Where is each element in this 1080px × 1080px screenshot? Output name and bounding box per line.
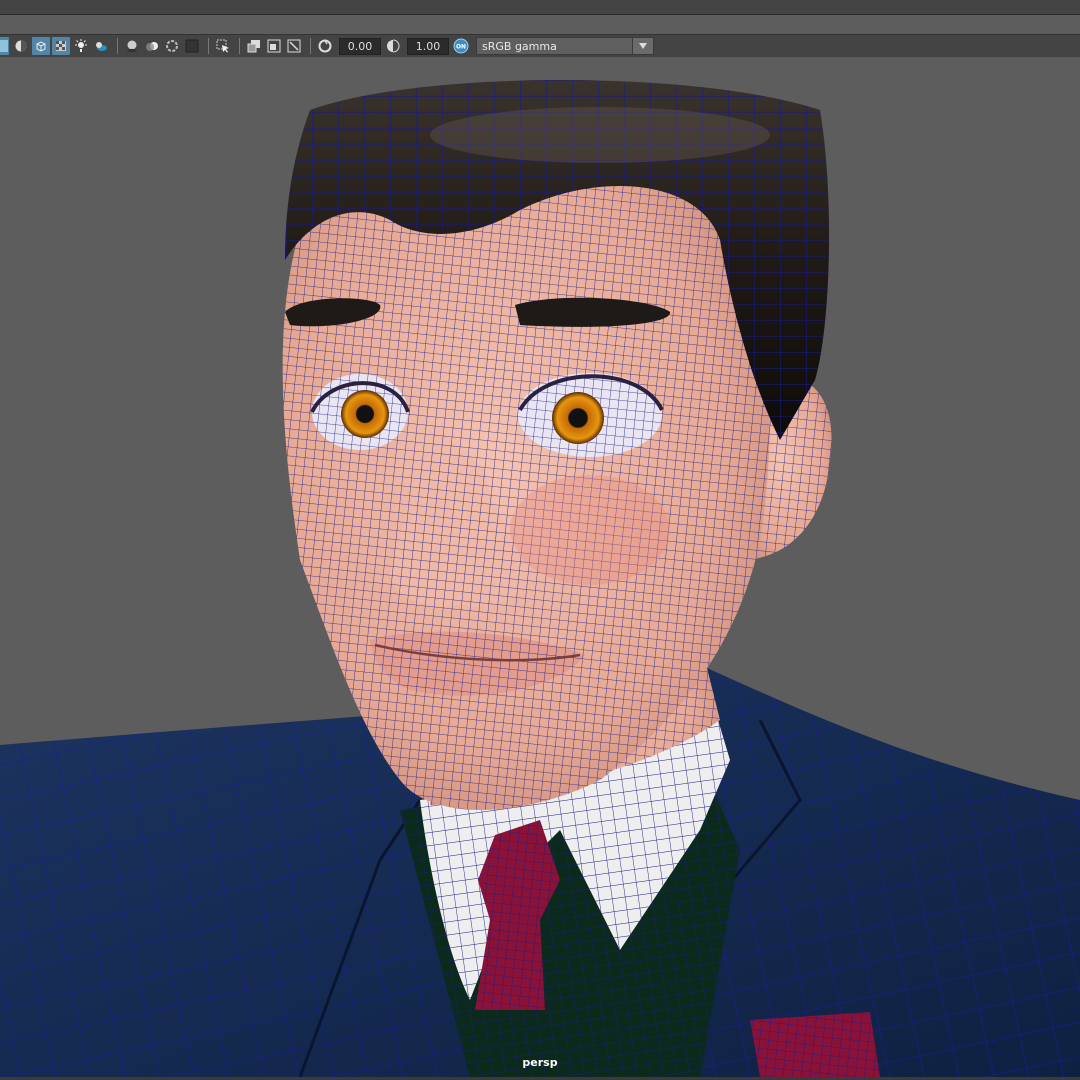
depth-of-field-icon[interactable]	[183, 37, 201, 55]
panel-gap	[0, 15, 1080, 34]
dropdown-arrow-icon[interactable]	[632, 38, 653, 54]
color-management-badge: ON	[456, 44, 466, 51]
gamma-icon[interactable]	[384, 37, 402, 55]
isolate-icon[interactable]	[12, 37, 30, 55]
3d-viewport[interactable]	[0, 57, 1080, 1077]
menu-strip	[0, 0, 1080, 15]
field-chart-icon[interactable]	[285, 37, 303, 55]
camera-tools-icon[interactable]	[0, 37, 9, 55]
shadows-icon[interactable]	[92, 37, 110, 55]
toolbar-separator	[310, 38, 311, 54]
viewport-toolbar: 0.00 1.00 ON sRGB gamma	[0, 34, 1080, 58]
exposure-icon[interactable]	[316, 37, 334, 55]
gamma-field[interactable]: 1.00	[407, 37, 449, 55]
lights-icon[interactable]	[72, 37, 90, 55]
ambient-occlusion-icon[interactable]	[123, 37, 141, 55]
camera-label: persp	[522, 1056, 558, 1069]
color-space-value: sRGB gamma	[482, 40, 557, 53]
character-model	[0, 80, 1080, 1077]
xray-icon[interactable]	[52, 37, 70, 55]
select-icon[interactable]	[214, 37, 232, 55]
frame-all-icon[interactable]	[245, 37, 263, 55]
motion-blur-icon[interactable]	[143, 37, 161, 55]
toolbar-separator	[208, 38, 209, 54]
frame-selection-icon[interactable]	[265, 37, 283, 55]
color-space-dropdown[interactable]: sRGB gamma	[476, 37, 654, 55]
exposure-field[interactable]: 0.00	[339, 37, 381, 55]
anti-alias-icon[interactable]	[163, 37, 181, 55]
color-management-icon[interactable]: ON	[452, 37, 470, 55]
toolbar-separator	[239, 38, 240, 54]
toolbar-separator	[117, 38, 118, 54]
wireframe-on-shaded-icon[interactable]	[32, 37, 50, 55]
